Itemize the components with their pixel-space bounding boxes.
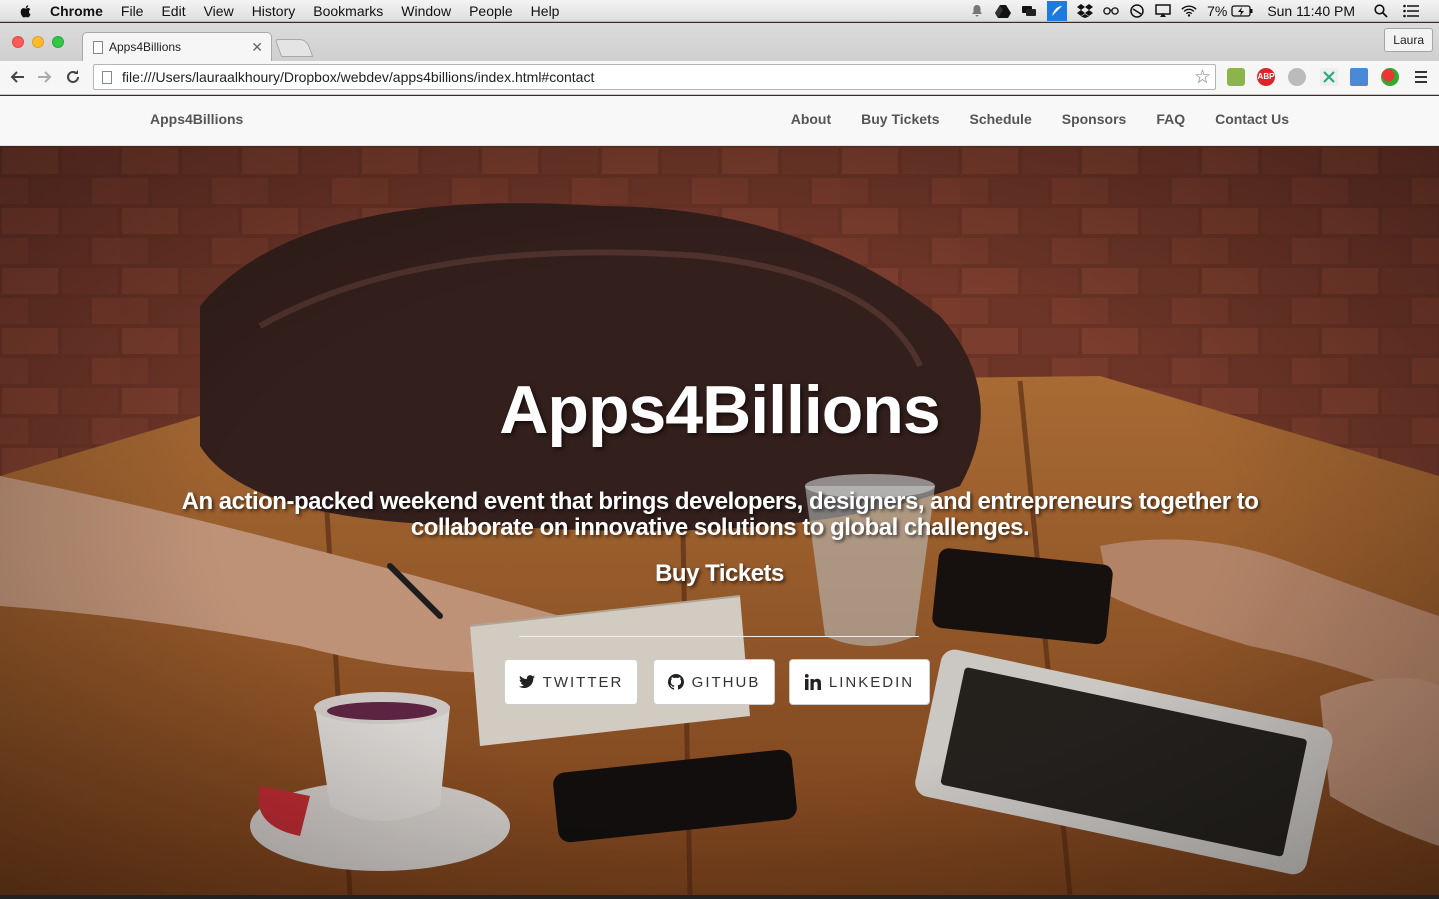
apple-icon[interactable] (18, 3, 34, 19)
address-bar-url: file:///Users/lauraalkhoury/Dropbox/webd… (122, 69, 595, 85)
site-navbar: Apps4Billions About Buy Tickets Schedule… (0, 96, 1439, 146)
nav-link-contact-us[interactable]: Contact Us (1215, 111, 1289, 127)
extension-gray-icon[interactable] (1288, 68, 1306, 86)
feather-app-icon[interactable] (1047, 1, 1068, 21)
linkedin-button[interactable]: LINKEDIN (789, 659, 930, 705)
extension-leaf-icon[interactable] (1227, 68, 1245, 86)
twitter-icon (518, 675, 535, 688)
mac-menu-bar: Chrome File Edit View History Bookmarks … (0, 0, 1439, 22)
adblock-plus-icon[interactable]: ABP (1257, 68, 1275, 86)
dropbox-icon[interactable] (1077, 4, 1094, 18)
menu-app-name[interactable]: Chrome (50, 3, 103, 19)
browser-toolbar: file:///Users/lauraalkhoury/Dropbox/webd… (0, 61, 1439, 95)
glasses-icon[interactable] (1103, 4, 1119, 18)
browser-tab-active[interactable]: Apps4Billions ✕ (82, 32, 272, 61)
menu-file[interactable]: File (121, 3, 144, 19)
menu-clock[interactable]: Sun 11:40 PM (1267, 3, 1355, 19)
nav-link-schedule[interactable]: Schedule (969, 111, 1031, 127)
forward-arrow-icon[interactable] (34, 67, 56, 90)
extension-scissors-icon[interactable] (1320, 68, 1338, 86)
hero-subtitle: An action-packed weekend event that brin… (181, 488, 1259, 541)
github-icon (667, 674, 684, 690)
extension-color-icon[interactable] (1381, 68, 1399, 86)
new-tab-button[interactable] (274, 39, 314, 57)
linkedin-icon (804, 674, 821, 690)
hero-section: Apps4Billions An action-packed weekend e… (0, 146, 1439, 895)
address-bar[interactable]: file:///Users/lauraalkhoury/Dropbox/webd… (93, 64, 1216, 90)
linkedin-button-label: LINKEDIN (828, 673, 915, 691)
site-nav-links: About Buy Tickets Schedule Sponsors FAQ … (761, 111, 1289, 127)
tab-title: Apps4Billions (109, 40, 182, 54)
nav-link-buy-tickets[interactable]: Buy Tickets (861, 111, 939, 127)
window-close-button[interactable] (12, 36, 24, 48)
twitter-button-label: TWITTER (542, 673, 624, 691)
wifi-icon[interactable] (1181, 4, 1197, 18)
browser-tab-strip: Apps4Billions ✕ Laura (0, 23, 1439, 61)
notification-bell-icon[interactable] (969, 4, 985, 18)
hero-divider (519, 636, 919, 637)
window-bottom-edge (0, 895, 1439, 899)
menu-people[interactable]: People (469, 3, 513, 19)
bookmark-star-icon[interactable]: ☆ (1194, 66, 1211, 89)
menu-bookmarks[interactable]: Bookmarks (313, 3, 383, 19)
chrome-menu-icon[interactable] (1410, 67, 1432, 89)
battery-charging-icon[interactable] (1231, 4, 1253, 18)
back-arrow-icon[interactable] (6, 67, 28, 90)
menu-history[interactable]: History (252, 3, 296, 19)
window-zoom-button[interactable] (52, 36, 64, 48)
page-info-icon[interactable] (102, 70, 112, 84)
window-minimize-button[interactable] (32, 36, 44, 48)
github-button[interactable]: GITHUB (653, 659, 775, 705)
reload-icon[interactable] (62, 67, 84, 90)
google-drive-icon[interactable] (995, 4, 1012, 18)
site-brand-link[interactable]: Apps4Billions (150, 111, 243, 127)
twitter-button[interactable]: TWITTER (504, 659, 638, 705)
menu-help[interactable]: Help (531, 3, 560, 19)
hero-buy-tickets-link[interactable]: Buy Tickets (0, 560, 1439, 588)
airplay-icon[interactable] (1155, 4, 1171, 18)
extension-calendar-icon[interactable] (1350, 68, 1368, 86)
profile-button[interactable]: Laura (1384, 28, 1433, 52)
nav-link-sponsors[interactable]: Sponsors (1062, 111, 1127, 127)
hero-title: Apps4Billions (499, 372, 940, 448)
menu-edit[interactable]: Edit (161, 3, 185, 19)
spotlight-search-icon[interactable] (1373, 4, 1389, 18)
battery-percent: 7% (1207, 3, 1228, 19)
notification-center-icon[interactable] (1403, 4, 1419, 18)
time-machine-icon[interactable] (1129, 4, 1145, 18)
tab-close-icon[interactable]: ✕ (251, 39, 263, 56)
nav-link-about[interactable]: About (791, 111, 831, 127)
page-document-icon (93, 40, 103, 54)
menu-extras: 7% Sun 11:40 PM (969, 0, 1439, 22)
github-button-label: GITHUB (691, 673, 761, 691)
menu-window[interactable]: Window (401, 3, 451, 19)
nav-link-faq[interactable]: FAQ (1156, 111, 1185, 127)
chat-bubbles-icon[interactable] (1021, 4, 1037, 18)
menu-view[interactable]: View (204, 3, 234, 19)
